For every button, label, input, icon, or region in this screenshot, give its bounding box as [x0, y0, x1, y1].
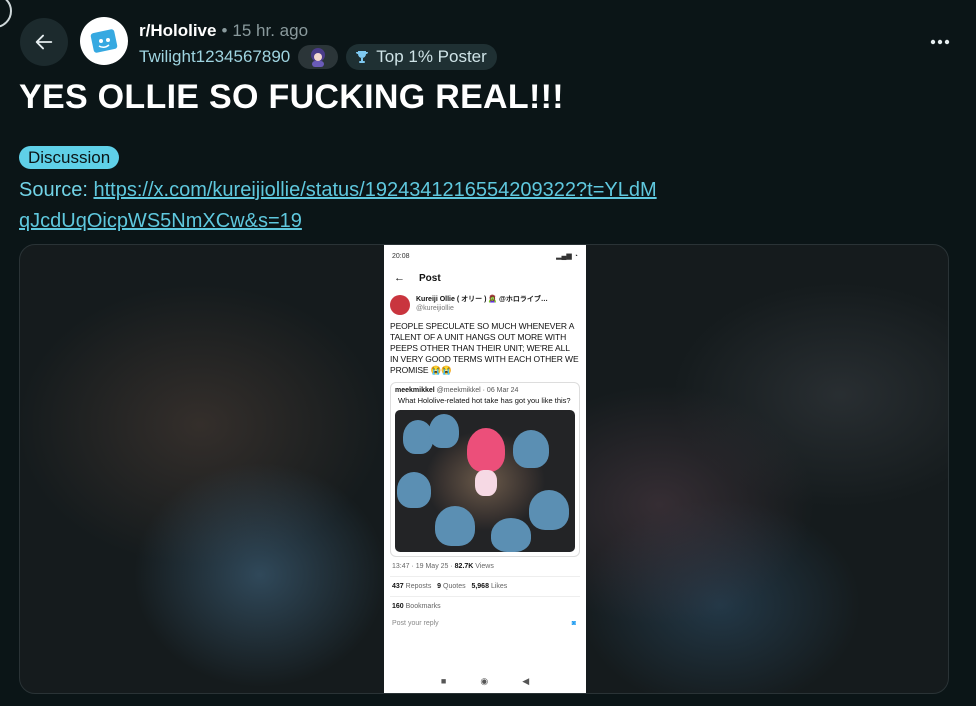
meta-separator: • [221, 21, 228, 40]
more-horizontal-icon [930, 39, 950, 45]
post-meta-top: r/Hololive • 15 hr. ago [139, 20, 308, 42]
quote-author: meekmikkel [395, 387, 435, 394]
bookmarks-label: Bookmarks [405, 602, 441, 610]
plush-blue [397, 471, 431, 508]
more-options-button[interactable] [924, 30, 956, 54]
arrow-left-icon [35, 34, 53, 50]
top-poster-badge: Top 1% Poster [346, 44, 497, 70]
post-body: Source: https://x.com/kureijiollie/statu… [19, 175, 659, 237]
author-avatar [390, 295, 410, 315]
back-button[interactable] [20, 18, 68, 66]
plush-blue [513, 429, 549, 468]
subreddit-logo-icon [90, 29, 118, 53]
author-names: Kureiji Ollie ( オリー ) 🧟‍♀️ @ホロライブ… @kure… [416, 295, 548, 313]
tweet-header: ← Post [384, 267, 586, 289]
quote-text: What Hololive-related hot take has got y… [398, 396, 571, 405]
quote-header: meekmikkel @meekmikkel · 06 Mar 24 [395, 387, 575, 394]
tweet-timestamp: 13:47 · 19 May 25 · 82.7K Views [390, 563, 580, 570]
plush-blue [435, 505, 475, 546]
views-label: Views [475, 562, 494, 570]
post-title: YES OLLIE SO FUCKING REAL!!! [19, 78, 564, 116]
back-triangle-icon: ◀ [522, 675, 530, 686]
quote-image [395, 409, 575, 552]
bookmarks-count: 160 [392, 602, 404, 610]
quotes-label: Quotes [443, 582, 466, 590]
tweet-author: Kureiji Ollie ( オリー ) 🧟‍♀️ @ホロライブ… @kure… [390, 295, 580, 315]
badge-label: Top 1% Poster [376, 47, 487, 66]
author-handle: @kureijiollie [416, 305, 454, 312]
author-link[interactable]: Twilight1234567890 [139, 47, 290, 67]
quotes-count: 9 [437, 582, 442, 590]
signal-icon: ▂▄▆ ◔ [556, 253, 578, 260]
post-flair[interactable]: Discussion [19, 146, 120, 169]
author-name: Kureiji Ollie ( オリー ) 🧟‍♀️ @ホロライブ… [416, 296, 548, 303]
plush-blue [491, 517, 531, 552]
source-label: Source: [19, 179, 94, 201]
phone-status-bar: 20:08 ▂▄▆ ◔ [384, 245, 586, 267]
tweet-screenshot: 20:08 ▂▄▆ ◔ ← Post Kureiji Ollie ( オリー )… [384, 245, 586, 693]
source-link[interactable]: https://x.com/kureijiollie/status/192434… [19, 179, 657, 232]
quoted-tweet: meekmikkel @meekmikkel · 06 Mar 24 What … [390, 382, 580, 557]
tweet-text: PEOPLE SPECULATE SO MUCH WHENEVER A TALE… [390, 321, 579, 375]
reposts-label: Reposts [405, 582, 432, 590]
plush-blue [429, 413, 459, 448]
tweet: Kureiji Ollie ( オリー ) 🧟‍♀️ @ホロライブ… @kure… [384, 289, 586, 627]
tweet-bookmarks: 160 Bookmarks [390, 603, 580, 610]
likes-label: Likes [490, 582, 508, 590]
divider [390, 595, 580, 597]
recent-apps-icon: ■ [440, 676, 447, 686]
plush-pink-body [475, 469, 497, 496]
phone-nav-bar: ■ ◉ ◀ [384, 667, 586, 693]
anime-avatar-icon [311, 48, 326, 67]
reply-placeholder: Post your reply [392, 619, 439, 627]
views-count: 82.7K [454, 562, 474, 570]
post-timestamp: 15 hr. ago [232, 21, 309, 40]
trophy-icon [356, 51, 369, 63]
plush-blue [529, 489, 569, 530]
subreddit-link[interactable]: r/Hololive [139, 21, 216, 41]
back-arrow-icon: ← [394, 272, 405, 284]
phone-time: 20:08 [392, 252, 410, 260]
home-icon: ◉ [480, 675, 489, 686]
quote-meta: @meekmikkel · 06 Mar 24 [436, 387, 519, 394]
camera-icon: ◙ [571, 619, 576, 627]
divider [390, 575, 580, 577]
user-flair-avatar [298, 45, 339, 69]
tweet-stats: 437 Reposts 9 Quotes 5,968 Likes [390, 583, 580, 590]
window-corner-ring [0, 0, 12, 28]
tweet-header-title: Post [419, 272, 441, 284]
likes-count: 5,968 [471, 582, 489, 590]
reposts-count: 437 [392, 582, 404, 590]
plush-pink-head [467, 427, 505, 472]
post-media[interactable]: 20:08 ▂▄▆ ◔ ← Post Kureiji Ollie ( オリー )… [19, 244, 949, 694]
subreddit-avatar[interactable] [80, 17, 128, 65]
tweet-time: 13:47 · 19 May 25 · [392, 562, 453, 570]
post-meta-author: Twilight1234567890 Top 1% Poster [139, 44, 497, 70]
reply-bar: Post your reply ◙ [390, 620, 580, 627]
